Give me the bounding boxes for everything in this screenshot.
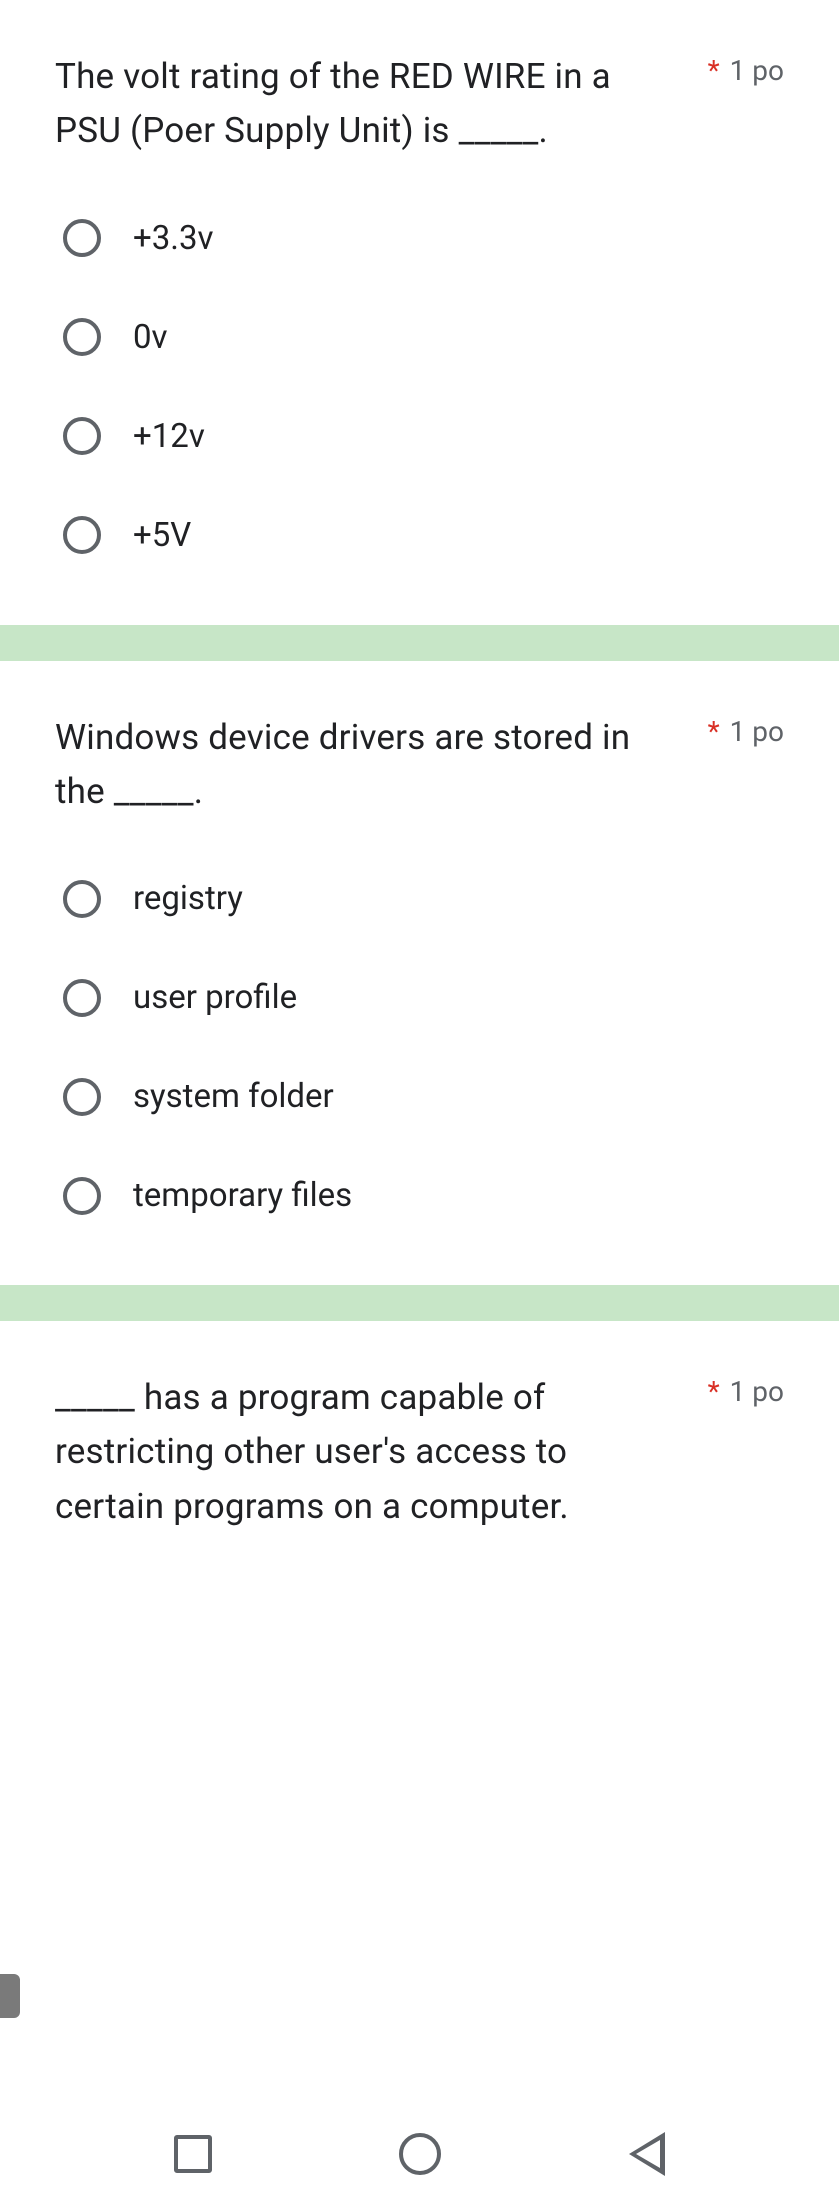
- radio-icon: [63, 880, 101, 918]
- section-divider: [0, 625, 839, 661]
- android-nav-bar: [0, 2109, 839, 2199]
- form-content: The volt rating of the RED WIRE in a PSU…: [0, 0, 839, 1534]
- radio-option[interactable]: registry: [63, 879, 784, 918]
- radio-option[interactable]: +3.3v: [63, 219, 784, 258]
- points-text: 1 po: [730, 54, 784, 87]
- section-divider: [0, 1285, 839, 1321]
- radio-option[interactable]: system folder: [63, 1077, 784, 1116]
- side-tab-icon[interactable]: [0, 1974, 20, 2018]
- required-star-icon: *: [708, 715, 720, 748]
- question-card: The volt rating of the RED WIRE in a PSU…: [0, 0, 839, 625]
- question-card: Windows device drivers are stored in the…: [0, 661, 839, 1286]
- option-label: system folder: [133, 1077, 334, 1116]
- radio-icon: [63, 516, 101, 554]
- required-star-icon: *: [708, 1375, 720, 1408]
- option-label: registry: [133, 879, 243, 918]
- points-text: 1 po: [730, 715, 784, 748]
- radio-option[interactable]: +5V: [63, 516, 784, 555]
- question-header: The volt rating of the RED WIRE in a PSU…: [55, 50, 784, 159]
- question-card: _____ has a program capable of restricti…: [0, 1321, 839, 1534]
- radio-icon: [63, 979, 101, 1017]
- required-star-icon: *: [708, 54, 720, 87]
- option-label: user profile: [133, 978, 297, 1017]
- radio-option[interactable]: +12v: [63, 417, 784, 456]
- options-group: +3.3v 0v +12v +5V: [55, 219, 784, 555]
- options-group: registry user profile system folder temp…: [55, 879, 784, 1215]
- radio-icon: [63, 1177, 101, 1215]
- question-header: _____ has a program capable of restricti…: [55, 1371, 784, 1534]
- radio-icon: [63, 318, 101, 356]
- radio-option[interactable]: 0v: [63, 318, 784, 357]
- points-label: * 1 po: [708, 1375, 784, 1408]
- option-label: temporary files: [133, 1176, 352, 1215]
- back-button[interactable]: [629, 2132, 665, 2176]
- question-text: _____ has a program capable of restricti…: [55, 1371, 708, 1534]
- points-text: 1 po: [730, 1375, 784, 1408]
- radio-icon: [63, 219, 101, 257]
- points-label: * 1 po: [708, 715, 784, 748]
- option-label: +12v: [133, 417, 205, 456]
- radio-option[interactable]: user profile: [63, 978, 784, 1017]
- question-header: Windows device drivers are stored in the…: [55, 711, 784, 820]
- home-button[interactable]: [399, 2133, 441, 2175]
- radio-icon: [63, 417, 101, 455]
- option-label: +3.3v: [133, 219, 214, 258]
- radio-option[interactable]: temporary files: [63, 1176, 784, 1215]
- question-text: The volt rating of the RED WIRE in a PSU…: [55, 50, 708, 159]
- option-label: 0v: [133, 318, 168, 357]
- points-label: * 1 po: [708, 54, 784, 87]
- recent-apps-button[interactable]: [174, 2135, 212, 2173]
- option-label: +5V: [133, 516, 191, 555]
- radio-icon: [63, 1078, 101, 1116]
- question-text: Windows device drivers are stored in the…: [55, 711, 708, 820]
